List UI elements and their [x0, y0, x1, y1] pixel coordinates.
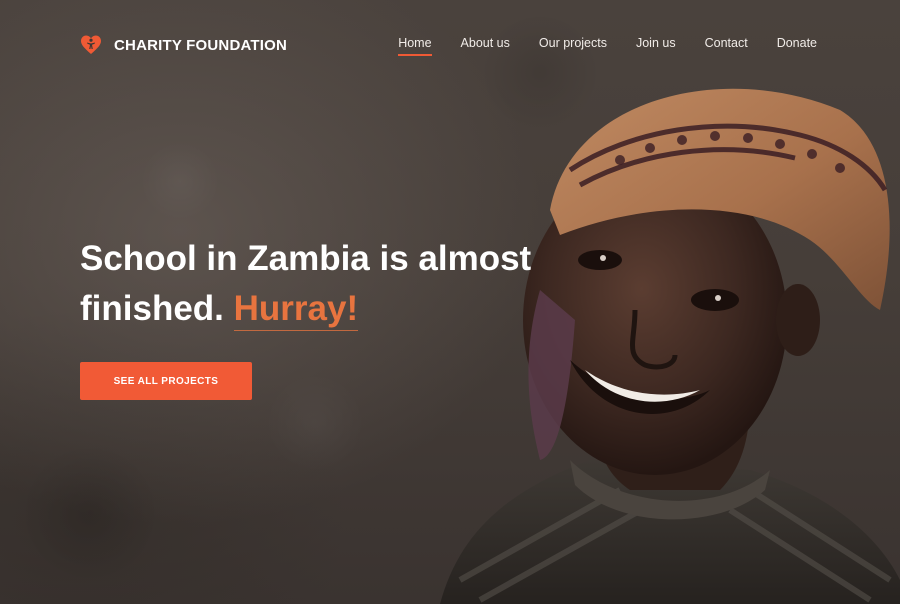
see-all-projects-button[interactable]: SEE ALL PROJECTS [80, 362, 252, 400]
headline-line-1: School in Zambia is almost [80, 239, 532, 278]
hero-headline: School in Zambia is almost finished. Hurr… [80, 234, 550, 334]
nav-home[interactable]: Home [398, 36, 432, 56]
hero-section: CHARITY FOUNDATION Home About us Our pro… [0, 0, 900, 604]
brand-name: CHARITY FOUNDATION [114, 36, 288, 54]
heart-person-icon [81, 35, 101, 54]
brand[interactable]: CHARITY FOUNDATION [80, 34, 287, 56]
nav-about-us[interactable]: About us [461, 36, 510, 56]
nav-donate[interactable]: Donate [777, 36, 817, 56]
headline-accent: Hurray! [233, 289, 359, 331]
main-nav: Home About us Our projects Join us Conta… [369, 36, 817, 56]
nav-contact[interactable]: Contact [705, 36, 748, 56]
nav-join-us[interactable]: Join us [636, 36, 676, 56]
nav-our-projects[interactable]: Our projects [539, 36, 607, 56]
headline-line-2: finished. [80, 289, 224, 328]
